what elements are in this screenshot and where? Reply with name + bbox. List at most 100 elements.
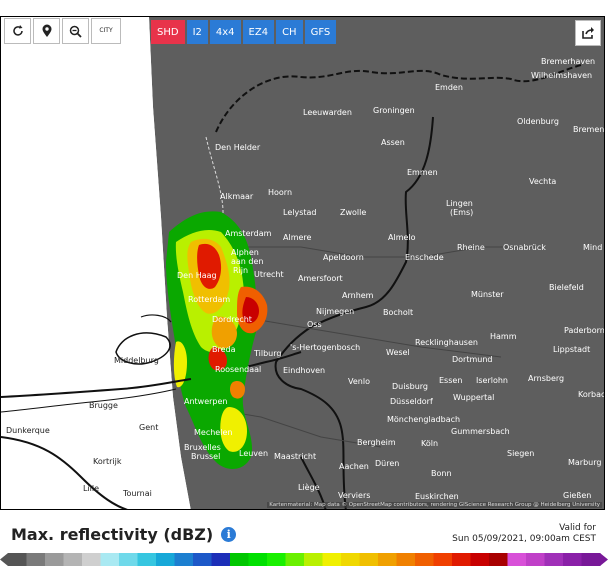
radar-map[interactable]: Bremerhaven Wilhelmshaven Emden Leeuward… — [0, 16, 605, 510]
model-button-i2[interactable]: I2 — [186, 20, 208, 44]
map-canvas[interactable]: Bremerhaven Wilhelmshaven Emden Leeuward… — [1, 17, 605, 510]
city-label: Enschede — [405, 253, 444, 262]
city-label: Wilhelmshaven — [531, 71, 592, 80]
model-button-ch[interactable]: CH — [276, 20, 303, 44]
city-label: Den Haag — [177, 271, 217, 280]
legend-title-row: Max. reflectivity (dBZ) i — [11, 525, 237, 544]
color-scale-cell — [378, 553, 397, 566]
valid-label: Valid for — [559, 523, 596, 533]
color-scale-cell — [452, 553, 471, 566]
map-attribution: Kartenmaterial: Map data © OpenStreetMap… — [267, 502, 602, 508]
city-label: Rijn — [233, 266, 248, 275]
city-label: Gummersbach — [451, 427, 510, 436]
color-scale-cell — [230, 553, 249, 566]
city-label: Eindhoven — [283, 366, 325, 375]
model-button-4x4[interactable]: 4x4 — [209, 20, 241, 44]
city-label: Kortrijk — [93, 457, 122, 466]
color-scale-cell — [507, 553, 527, 566]
city-label: Brugge — [89, 401, 118, 410]
scale-arrow-right — [600, 553, 608, 566]
city-label: Leuven — [239, 449, 268, 458]
city-label: Tilburg — [253, 349, 281, 358]
color-scale-cell — [63, 553, 83, 566]
city-label: Nijmegen — [316, 307, 354, 316]
color-scale-cell — [322, 553, 342, 566]
city-toggle-label: CITY — [99, 27, 113, 34]
locate-button[interactable] — [33, 18, 60, 44]
share-button[interactable] — [575, 20, 601, 46]
city-label: Paderborn — [564, 326, 605, 335]
city-label: Osnabrück — [503, 243, 546, 252]
color-scale-cell — [119, 553, 138, 566]
color-scale-cell — [526, 553, 545, 566]
city-label: 's-Hertogenbosch — [290, 343, 360, 352]
map-toolbar: CITY — [4, 18, 121, 44]
legend: Max. reflectivity (dBZ) i Valid for Sun … — [0, 514, 608, 574]
city-label: Gießen — [563, 491, 591, 500]
city-label: Münster — [471, 290, 504, 299]
model-button-shd[interactable]: SHD — [151, 20, 185, 44]
zoom-out-button[interactable] — [62, 18, 89, 44]
valid-time: Valid for Sun 05/09/2021, 09:00am CEST — [452, 523, 596, 545]
city-label: Köln — [421, 439, 438, 448]
city-labels-toggle[interactable]: CITY — [91, 18, 121, 44]
color-scale-cell — [174, 553, 194, 566]
city-label: Bonn — [431, 469, 452, 478]
city-label: Lingen — [446, 199, 473, 208]
city-label: Brussel — [191, 452, 220, 461]
city-label: Vechta — [529, 177, 556, 186]
model-button-gfs[interactable]: GFS — [304, 20, 337, 44]
color-scale-cell — [211, 553, 231, 566]
color-scale-cell — [470, 553, 490, 566]
city-label: Dunkerque — [6, 426, 50, 435]
color-scale-cell — [100, 553, 120, 566]
city-label: Liège — [298, 482, 320, 492]
city-label: Bremen — [573, 125, 604, 134]
info-icon[interactable]: i — [221, 527, 237, 542]
city-label: (Ems) — [450, 208, 473, 217]
city-label: Oldenburg — [517, 117, 559, 126]
city-label: Marburg — [568, 458, 601, 467]
city-label: Bruxelles — [184, 443, 221, 452]
city-label: Oss — [307, 320, 322, 329]
city-label: Düren — [375, 459, 399, 468]
city-label: Aachen — [339, 462, 369, 471]
city-label: Venlo — [348, 377, 370, 386]
refresh-button[interactable] — [4, 18, 31, 44]
city-label: Assen — [381, 138, 405, 147]
location-pin-icon — [42, 24, 51, 37]
color-scale-cell — [304, 553, 323, 566]
color-scale-cell — [137, 553, 157, 566]
scale-arrow-left — [0, 553, 8, 566]
city-label: Recklinghausen — [415, 338, 478, 347]
city-label: Lippstadt — [553, 345, 590, 354]
city-label: Bergheim — [357, 438, 396, 447]
color-scale-cell — [544, 553, 564, 566]
city-label: Verviers — [338, 491, 370, 500]
city-label: Den Helder — [215, 143, 261, 152]
color-scale-cell — [193, 553, 212, 566]
color-scale-cell — [415, 553, 434, 566]
color-scale-cell — [267, 553, 286, 566]
city-label: Antwerpen — [184, 397, 228, 406]
valid-datetime: Sun 05/09/2021, 09:00am CEST — [452, 534, 596, 544]
color-scale-cell — [581, 553, 601, 566]
city-label: Düsseldorf — [390, 397, 433, 406]
city-label: Emden — [435, 83, 463, 92]
city-label: Euskirchen — [415, 492, 459, 501]
refresh-icon — [12, 25, 23, 36]
color-scale-cell — [489, 553, 508, 566]
city-label: Mönchengladbach — [387, 415, 460, 424]
city-label: Wuppertal — [453, 393, 494, 402]
city-label: Korbac — [578, 390, 605, 399]
color-scale-cell — [45, 553, 64, 566]
city-label: Roosendaal — [215, 365, 261, 374]
city-label: Bocholt — [383, 308, 413, 317]
city-label: Hoorn — [268, 188, 292, 197]
model-button-ez4[interactable]: EZ4 — [242, 20, 275, 44]
color-scale-cell — [285, 553, 305, 566]
share-icon — [582, 27, 594, 39]
city-label: Alkmaar — [220, 192, 254, 201]
color-scale-cell — [433, 553, 453, 566]
color-scale-cell — [26, 553, 46, 566]
